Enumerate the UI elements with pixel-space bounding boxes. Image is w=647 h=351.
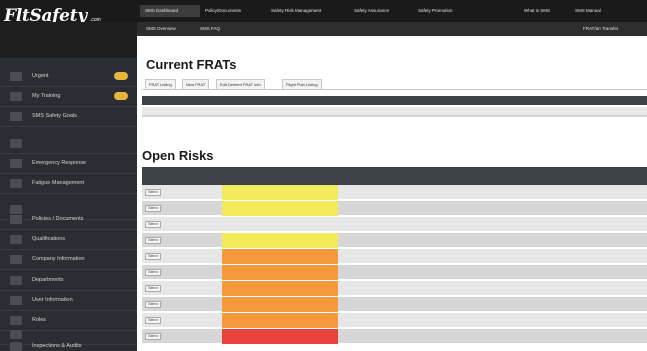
sidebar-item[interactable]: Departments xyxy=(0,271,137,291)
risk-description-cell xyxy=(222,329,338,344)
nav-sms-manual[interactable]: SMS Manual xyxy=(575,8,601,14)
sidebar-item-label: Fatigue Management xyxy=(32,180,84,186)
account-panel xyxy=(0,22,137,58)
sidebar-item-label: Departments xyxy=(32,277,64,283)
risk-description-cell xyxy=(222,217,338,232)
subnav-frat-transfer[interactable]: FRAT/an Transfer xyxy=(583,26,618,32)
qualifications-icon xyxy=(10,235,22,244)
sidebar-item-label: User Information xyxy=(32,297,73,303)
frat-table-row[interactable] xyxy=(142,107,647,116)
tab-new-frat[interactable]: New FRAT xyxy=(182,79,210,89)
risk-row[interactable]: Select xyxy=(142,265,647,280)
sidebar-item-label: Roles xyxy=(32,317,47,323)
tab-flight-plan-listing[interactable]: Flight Plan Listing xyxy=(282,79,322,89)
risk-row[interactable]: Select xyxy=(142,185,647,200)
risk-description-cell xyxy=(222,249,338,264)
sidebar-item[interactable]: Inspections & Audits xyxy=(0,337,137,351)
sidebar-item-label: Urgent xyxy=(32,73,49,79)
sidebar-item[interactable]: My Training xyxy=(0,87,137,107)
risk-description-cell xyxy=(222,185,338,200)
frat-table-bottom xyxy=(142,116,647,117)
goals-icon xyxy=(10,112,22,121)
main-content: Current FRATs FRAT Listing New FRAT Edit… xyxy=(137,36,647,351)
nav-safety-risk-management[interactable]: Safety Risk Management xyxy=(271,8,321,14)
departments-icon xyxy=(10,276,22,285)
sidebar-item[interactable] xyxy=(0,134,137,154)
risk-row[interactable]: Select xyxy=(142,233,647,248)
tab-divider xyxy=(142,89,647,90)
nav-sms-dashboard[interactable]: SMS Dashboard xyxy=(145,8,178,14)
risk-row[interactable]: Select xyxy=(142,313,647,328)
tab-frat-listing[interactable]: FRAT Listing xyxy=(145,79,176,89)
tab-edit-deleted-frat[interactable]: Edit Deleted FRAT Info xyxy=(216,79,265,89)
risk-row[interactable]: Select xyxy=(142,201,647,216)
emergency-icon xyxy=(10,159,22,168)
select-risk-button[interactable]: Select xyxy=(145,205,161,212)
subnav-sms-faq[interactable]: SMS FAQ xyxy=(200,26,220,32)
subnav-sms-overview[interactable]: SMS Overview xyxy=(146,26,176,32)
risk-description-cell xyxy=(222,297,338,312)
report-icon xyxy=(10,139,22,148)
sidebar-item-label: My Training xyxy=(32,93,61,99)
sidebar-item-label: Emergency Response xyxy=(32,160,87,166)
sidebar-count-badge xyxy=(114,72,128,80)
sidebar-item[interactable]: Company Information xyxy=(0,250,137,270)
risk-description-cell xyxy=(222,201,338,216)
select-risk-button[interactable]: Select xyxy=(145,189,161,196)
company-icon xyxy=(10,255,22,264)
sidebar-item[interactable]: Qualifications xyxy=(0,230,137,250)
risk-description-cell xyxy=(222,313,338,328)
training-icon xyxy=(10,92,22,101)
risk-description-cell xyxy=(222,233,338,248)
risk-row[interactable]: Select xyxy=(142,329,647,344)
sidebar-item-label: Qualifications xyxy=(32,236,66,242)
sidebar-item[interactable]: Urgent xyxy=(0,67,137,87)
select-risk-button[interactable]: Select xyxy=(145,253,161,260)
risk-row[interactable]: Select xyxy=(142,297,647,312)
select-risk-button[interactable]: Select xyxy=(145,237,161,244)
nav-what-is-sms[interactable]: What is SMS xyxy=(524,8,550,14)
select-risk-button[interactable]: Select xyxy=(145,301,161,308)
risk-row[interactable]: Select xyxy=(142,217,647,232)
current-frats-title: Current FRATs xyxy=(146,57,237,72)
sidebar-count-badge xyxy=(114,92,128,100)
risks-table-header xyxy=(142,167,647,185)
sidebar-item-label: Policies / Documents xyxy=(32,216,84,222)
sidebar-item[interactable]: Policies / Documents xyxy=(0,210,137,230)
sidebar-item[interactable]: User Information xyxy=(0,291,137,311)
select-risk-button[interactable]: Select xyxy=(145,317,161,324)
select-risk-button[interactable]: Select xyxy=(145,221,161,228)
audit-icon xyxy=(10,342,22,351)
alert-icon xyxy=(10,72,22,81)
risk-row[interactable]: Select xyxy=(142,281,647,296)
nav-safety-promotion[interactable]: Safety Promotion xyxy=(418,8,453,14)
open-risks-title: Open Risks xyxy=(142,148,214,163)
risk-description-cell xyxy=(222,265,338,280)
sidebar-item[interactable]: Fatigue Management xyxy=(0,174,137,194)
user-icon xyxy=(10,296,22,305)
frat-table-header xyxy=(142,96,647,105)
select-risk-button[interactable]: Select xyxy=(145,269,161,276)
nav-policy-documents[interactable]: Policy/Documents xyxy=(205,8,241,14)
sidebar-item-label: Inspections & Audits xyxy=(32,343,82,349)
risk-description-cell xyxy=(222,281,338,296)
sidebar-item[interactable]: SMS Safety Goals xyxy=(0,107,137,127)
select-risk-button[interactable]: Select xyxy=(145,333,161,340)
risk-row[interactable]: Select xyxy=(142,249,647,264)
fatigue-icon xyxy=(10,179,22,188)
sidebar-item-label: SMS Safety Goals xyxy=(32,113,77,119)
documents-icon xyxy=(10,215,22,224)
sidebar-item-label: Company Information xyxy=(32,256,85,262)
select-risk-button[interactable]: Select xyxy=(145,285,161,292)
nav-safety-assurance[interactable]: Safety Assurance xyxy=(354,8,389,14)
roles-icon xyxy=(10,316,22,325)
sidebar-item[interactable]: Emergency Response xyxy=(0,154,137,174)
